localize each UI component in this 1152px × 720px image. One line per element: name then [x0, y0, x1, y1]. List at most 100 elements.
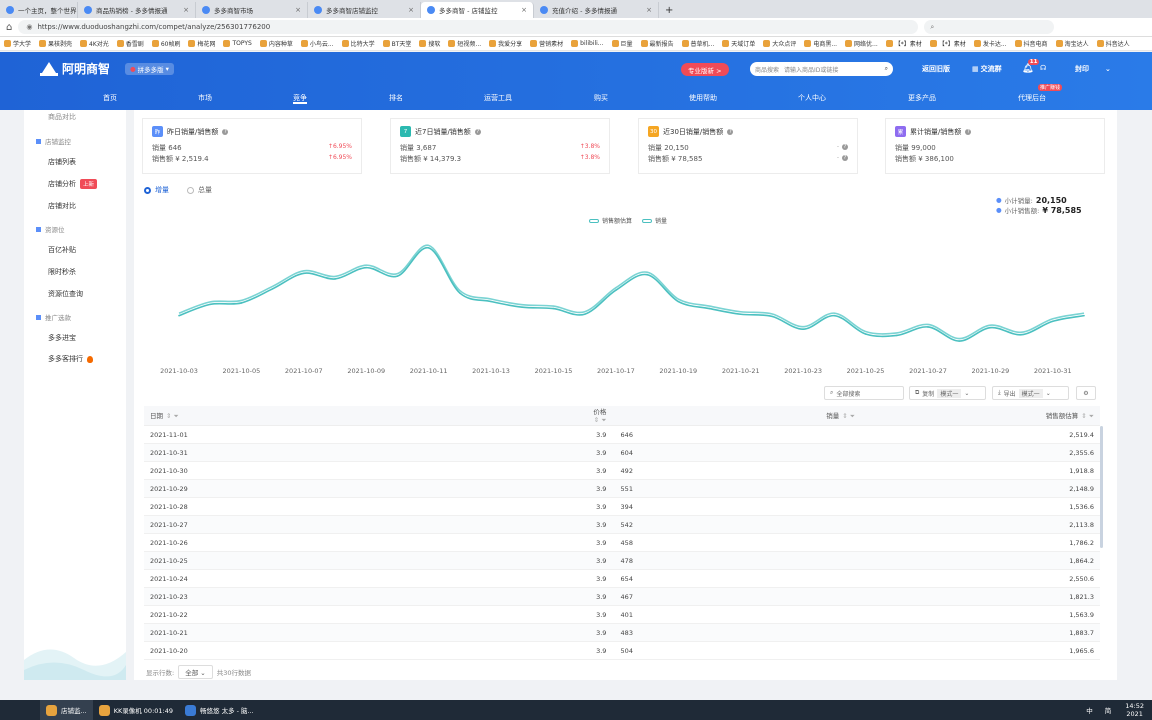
- sidebar-item-store-list[interactable]: 店铺列表: [48, 157, 76, 167]
- data-point[interactable]: [396, 275, 399, 277]
- data-point[interactable]: [459, 292, 461, 294]
- bookmark-item[interactable]: 淘宝达人: [1055, 39, 1089, 48]
- nav-item[interactable]: 运营工具: [484, 89, 512, 106]
- browser-tab[interactable]: 商品热销榜 - 多多情报通 ×: [78, 2, 196, 18]
- nav-item[interactable]: 代理后台 推广赚钱: [1018, 84, 1063, 106]
- bookmark-item[interactable]: 我爱分享: [489, 39, 522, 48]
- help-icon[interactable]: ?: [965, 128, 972, 135]
- site-logo[interactable]: 阿明商智: [40, 60, 110, 77]
- bookmark-item[interactable]: 最新报告: [640, 39, 674, 48]
- data-point[interactable]: [833, 314, 836, 317]
- data-point[interactable]: [365, 266, 368, 269]
- table-row[interactable]: 2021-10-20 3.9 504 1,965.6: [144, 641, 1100, 660]
- sidebar-item-store-analysis[interactable]: 店铺分析 上新: [48, 179, 98, 189]
- bookmark-item[interactable]: 短视频...: [448, 39, 481, 48]
- table-header-cell[interactable]: 销量 ⇕ ⏷: [612, 406, 861, 426]
- back-to-old-link[interactable]: 返回旧版: [922, 64, 950, 74]
- bookmark-item[interactable]: 4K对光: [80, 39, 109, 48]
- data-point[interactable]: [583, 313, 586, 316]
- data-point[interactable]: [240, 302, 243, 304]
- nav-item[interactable]: 首页: [103, 89, 117, 106]
- group-chat-link[interactable]: ▦ 交流群: [972, 64, 1002, 74]
- table-header-cell[interactable]: 销售额估算 ⇕ ⏷: [860, 406, 1100, 426]
- close-icon[interactable]: ×: [183, 6, 189, 14]
- bookmark-item[interactable]: 发卡达...: [973, 39, 1007, 48]
- data-point[interactable]: [334, 278, 336, 280]
- data-point[interactable]: [1051, 320, 1054, 323]
- nav-item[interactable]: 个人中心: [798, 89, 826, 106]
- data-point[interactable]: [646, 273, 648, 276]
- copy-button[interactable]: ⧉ 复制 模式一 ⌄: [909, 386, 986, 400]
- sidebar-item-store-compare[interactable]: 店铺对比: [48, 201, 76, 211]
- rows-select[interactable]: 全部 ⌄: [178, 665, 213, 679]
- export-mode-select[interactable]: 模式一: [1018, 388, 1043, 398]
- nav-item[interactable]: 更多产品: [908, 89, 936, 106]
- help-icon[interactable]: ?: [222, 128, 229, 135]
- sort-icon[interactable]: ⇕ ⏷: [166, 412, 179, 420]
- data-point[interactable]: [1020, 333, 1023, 336]
- bookmark-item[interactable]: 普草机...: [681, 39, 714, 48]
- data-point[interactable]: [552, 307, 555, 310]
- browser-tab[interactable]: 多多商智 - 店铺监控 ×: [421, 2, 534, 18]
- close-icon[interactable]: ×: [295, 6, 301, 14]
- sidebar-item-flash-sale[interactable]: 限时秒杀: [48, 267, 76, 277]
- data-point[interactable]: [209, 303, 212, 306]
- data-point[interactable]: [1083, 314, 1085, 317]
- bookmark-item[interactable]: 网络优...: [845, 39, 878, 48]
- data-point[interactable]: [708, 307, 711, 310]
- windows-start-button[interactable]: [0, 700, 40, 720]
- bookmark-item[interactable]: 电商黑...: [804, 39, 837, 48]
- bookmark-item[interactable]: 果核剥壳: [39, 39, 72, 48]
- close-icon[interactable]: ×: [408, 6, 414, 14]
- headset-icon[interactable]: ☊: [1040, 64, 1046, 72]
- bookmark-item[interactable]: 香雪剧: [116, 39, 144, 48]
- bookmark-item[interactable]: 小鸟云...: [300, 39, 334, 48]
- bookmark-item[interactable]: 抖音达人: [1096, 39, 1130, 48]
- table-row[interactable]: 2021-11-01 3.9 646 2,519.4: [144, 425, 1100, 444]
- home-icon[interactable]: ⌂: [6, 22, 12, 33]
- table-row[interactable]: 2021-10-27 3.9 542 2,113.8: [144, 515, 1100, 534]
- bookmark-item[interactable]: 抖音电商: [1014, 39, 1048, 48]
- table-search[interactable]: ⌕ 全部搜索: [824, 386, 904, 400]
- taskbar-app[interactable]: 店铺监...: [40, 700, 93, 720]
- data-point[interactable]: [490, 300, 492, 303]
- table-row[interactable]: 2021-10-28 3.9 394 1,536.6: [144, 497, 1100, 516]
- sidebar-item-ranking[interactable]: 多多客排行: [48, 354, 93, 364]
- legend-item-qty[interactable]: 销量: [642, 216, 667, 225]
- data-point[interactable]: [677, 300, 680, 303]
- table-row[interactable]: 2021-10-25 3.9 478 1,864.2: [144, 551, 1100, 570]
- nav-item[interactable]: 排名: [389, 89, 403, 106]
- data-point[interactable]: [802, 328, 804, 330]
- platform-switcher[interactable]: ● 拼多多版 ▾: [125, 63, 174, 75]
- new-tab-button[interactable]: +: [659, 2, 679, 18]
- data-point[interactable]: [615, 289, 617, 292]
- taskbar-app[interactable]: 畅悠悠 太多 - 脑...: [179, 700, 260, 720]
- sort-icon[interactable]: ⇕ ⏷: [842, 412, 855, 420]
- bookmark-item[interactable]: 天域订单: [722, 39, 755, 48]
- table-row[interactable]: 2021-10-24 3.9 654 2,550.6: [144, 569, 1100, 588]
- data-point[interactable]: [927, 326, 929, 328]
- table-header-cell[interactable]: 价格⇕ ⏷: [583, 406, 613, 426]
- data-point[interactable]: [771, 315, 773, 318]
- nav-item[interactable]: 竞争: [293, 89, 307, 106]
- url-field[interactable]: ◉ https://www.duoduoshangzhi.com/compet/…: [18, 20, 919, 34]
- taskbar-app[interactable]: KK录像机 00:01:49: [93, 700, 179, 720]
- tray-item[interactable]: 简: [1099, 700, 1118, 720]
- table-row[interactable]: 2021-10-29 3.9 551 2,148.9: [144, 479, 1100, 498]
- tray-item[interactable]: 中: [1080, 700, 1099, 720]
- table-scrollbar[interactable]: [1100, 426, 1103, 548]
- bookmark-item[interactable]: 巨量: [611, 39, 633, 48]
- browser-tab[interactable]: 多多商智店铺监控 ×: [308, 2, 421, 18]
- sort-icon[interactable]: ⇕ ⏷: [594, 416, 607, 424]
- bookmark-item[interactable]: 大众点评: [763, 39, 796, 48]
- data-point[interactable]: [864, 333, 867, 335]
- bookmark-item[interactable]: 比特大学: [341, 39, 375, 48]
- sidebar-item-subsidy[interactable]: 百亿补贴: [48, 245, 76, 255]
- legend-item-amount[interactable]: 销售额估算: [589, 216, 632, 225]
- data-point[interactable]: [739, 313, 742, 316]
- bookmark-item[interactable]: TOPYS: [223, 40, 252, 47]
- table-row[interactable]: 2021-10-23 3.9 467 1,821.3: [144, 587, 1100, 606]
- table-row[interactable]: 2021-10-31 3.9 604 2,355.6: [144, 443, 1100, 462]
- nav-item[interactable]: 购买: [594, 89, 608, 106]
- search-icon[interactable]: ⌕: [885, 65, 888, 73]
